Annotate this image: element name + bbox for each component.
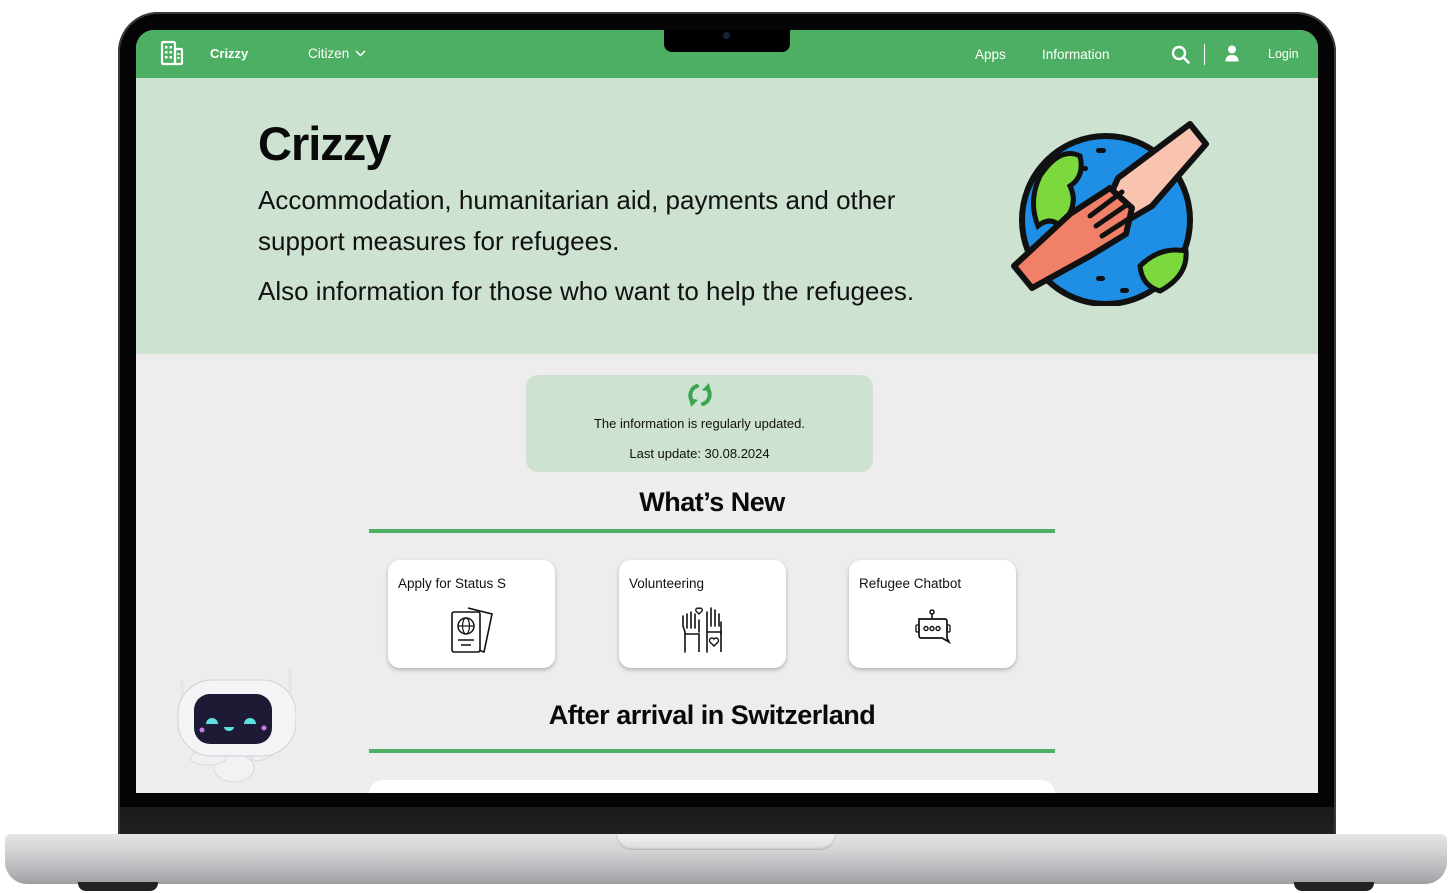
nav-divider — [1204, 44, 1205, 65]
chatbot-icon — [915, 609, 952, 645]
card-refugee-chatbot[interactable]: Refugee Chatbot — [849, 560, 1016, 668]
chevron-down-icon — [355, 50, 366, 57]
laptop-lid-notch — [616, 834, 836, 850]
after-arrival-heading: After arrival in Switzerland — [548, 700, 876, 730]
brand-name[interactable]: Crizzy — [210, 46, 248, 61]
search-icon[interactable] — [1171, 45, 1190, 64]
card-title: Volunteering — [629, 576, 705, 591]
nav-information-link[interactable]: Information — [1042, 47, 1110, 62]
after-arrival-divider — [369, 749, 1055, 753]
passport-icon — [451, 607, 493, 654]
card-title: Refugee Chatbot — [859, 576, 962, 591]
after-arrival-content-card[interactable] — [369, 780, 1055, 793]
whats-new-divider — [369, 529, 1055, 533]
update-notice: The information is regularly updated. La… — [526, 375, 873, 472]
nav-apps-link[interactable]: Apps — [975, 47, 1006, 62]
screen: Crizzy Citizen Apps Information Login Cr… — [136, 30, 1318, 793]
citizen-menu[interactable]: Citizen — [308, 46, 366, 61]
building-icon[interactable] — [160, 40, 184, 66]
card-apply-status-s[interactable]: Apply for Status S — [388, 560, 555, 668]
card-volunteering[interactable]: Volunteering — [619, 560, 786, 668]
citizen-menu-label: Citizen — [308, 46, 350, 61]
hero-section: Crizzy Accommodation, humanitarian aid, … — [136, 78, 1318, 354]
hero-title: Crizzy — [258, 117, 391, 170]
hero-description: Accommodation, humanitarian aid, payment… — [258, 185, 896, 256]
raised-hands-heart-icon — [682, 607, 722, 653]
whats-new-heading: What’s New — [639, 487, 785, 517]
update-notice-text: The information is regularly updated. — [593, 416, 805, 431]
laptop-foot-right — [1294, 882, 1374, 891]
last-update-date: Last update: 30.08.2024 — [629, 446, 770, 461]
camera-notch — [664, 30, 790, 52]
login-link[interactable]: Login — [1268, 47, 1299, 61]
laptop-chin — [120, 807, 1334, 837]
hero-description-helpers: Also information for those who want to h… — [258, 276, 915, 306]
laptop-foot-left — [78, 882, 158, 891]
refresh-icon — [688, 383, 712, 407]
robot-mascot[interactable] — [172, 664, 296, 782]
card-title: Apply for Status S — [398, 576, 507, 591]
globe-helping-hands-illustration — [1011, 121, 1209, 306]
user-icon[interactable] — [1225, 45, 1239, 62]
camera-icon — [723, 32, 730, 39]
